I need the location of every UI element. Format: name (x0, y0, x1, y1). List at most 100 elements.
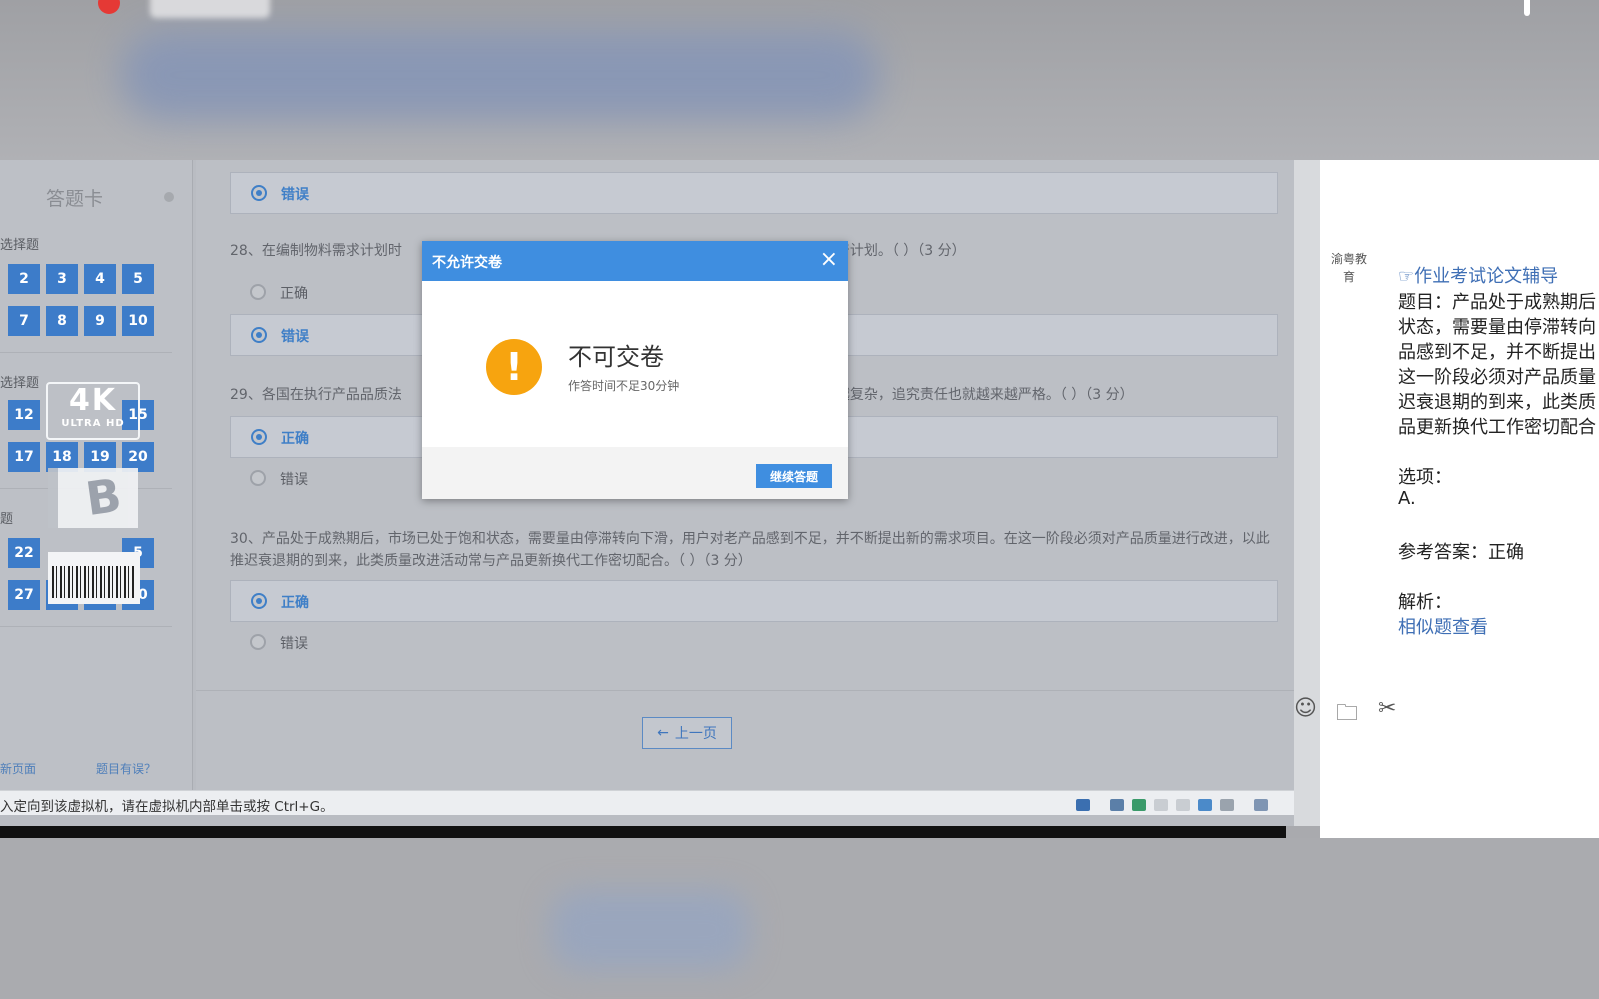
harddisk-icon[interactable] (1110, 799, 1124, 811)
barcode-bars (52, 566, 136, 598)
chat-line: 品更新换代工作密切配合 (1398, 417, 1596, 438)
chat-option-a: A. (1398, 488, 1416, 509)
avatar[interactable]: 渝粤教育 (1326, 250, 1372, 294)
chat-line: 状态，需要量由停滞转向 (1398, 317, 1596, 338)
chat-message-bubble: ☞作业考试论文辅导 题目：产品处于成熟期后 状态，需要量由停滞转向 品感到不足，… (1386, 250, 1599, 648)
barcode-icon (48, 552, 140, 604)
answer-card-title: 答题卡 (46, 188, 104, 210)
dialog-heading: 不可交卷 (568, 343, 664, 371)
refresh-page-link[interactable]: 新页面 (0, 760, 36, 777)
option-label: 正确 (280, 286, 308, 302)
continue-answering-button[interactable]: 继续答题 (756, 464, 832, 488)
question-29-text-head: 29、各国在执行产品品质法 (230, 387, 402, 403)
screen-edge-bar (0, 826, 1286, 838)
corner-mark-top-right (1524, 0, 1530, 16)
option-label: 错误 (281, 329, 309, 345)
warning-icon: ! (486, 339, 542, 395)
chat-analysis-label: 解析： (1398, 592, 1452, 613)
content-divider (196, 690, 1320, 691)
festival-logo-stripe (48, 468, 58, 528)
radio-button[interactable] (250, 634, 266, 650)
radio-button[interactable] (251, 185, 267, 201)
option-label: 正确 (281, 595, 309, 611)
4k-ultrahd-logo: 4K ULTRA HD (46, 382, 140, 440)
logo-4k-text: 4K (68, 383, 118, 418)
chat-line: 品感到不足，并不断提出 (1398, 342, 1596, 363)
section-label-1: 选择题 (0, 238, 40, 253)
question-30-text: 30、产品处于成熟期后，市场已处于饱和状态，需要量由停滞转向下滑，用户对老产品感… (230, 531, 1270, 569)
option-label: 错误 (280, 472, 308, 488)
question-number-button[interactable]: 2 (8, 264, 40, 294)
question-number-button[interactable]: 27 (8, 580, 40, 610)
previous-page-label: 上一页 (674, 726, 717, 742)
festival-logo: B (48, 468, 138, 528)
printer-icon[interactable] (1154, 799, 1168, 811)
dialog-subtext: 作答时间不足30分钟 (568, 379, 680, 393)
vm-window-edge (1294, 160, 1320, 826)
chat-options-label: 选项： (1398, 467, 1452, 488)
sound-icon[interactable] (1176, 799, 1190, 811)
chat-panel: 渝粤教育 ☞作业考试论文辅导 题目：产品处于成熟期后 状态，需要量由停滞转向 品… (1294, 160, 1599, 838)
option-row-selected[interactable]: 正确 (230, 580, 1278, 622)
scissors-icon[interactable]: ✂ (1378, 696, 1396, 721)
bluetooth-icon[interactable] (1220, 799, 1234, 811)
dialog-title: 不允许交卷 (432, 255, 502, 271)
network-icon[interactable] (1076, 799, 1090, 811)
logo-b-letter: B (82, 467, 125, 527)
message-icon[interactable] (1254, 799, 1268, 811)
radio-button[interactable] (251, 593, 267, 609)
blurred-region-bottom (550, 890, 750, 970)
question-28-text-head: 28、在编制物料需求计划时 (230, 243, 402, 259)
blurred-region (120, 30, 880, 120)
question-number-button[interactable]: 7 (8, 306, 40, 336)
section-label-2: 选择题 (0, 376, 40, 391)
blurred-text (150, 0, 270, 18)
previous-page-button[interactable]: ← 上一页 (642, 717, 732, 749)
radio-button[interactable] (251, 327, 267, 343)
chat-line: 迟衰退期的到来，此类质 (1398, 392, 1596, 413)
question-number-button[interactable]: 5 (122, 264, 154, 294)
radio-button[interactable] (251, 429, 267, 445)
question-number-button[interactable]: 9 (84, 306, 116, 336)
submit-not-allowed-dialog: 不允许交卷 × ! 不可交卷 作答时间不足30分钟 继续答题 (422, 241, 848, 499)
bottom-blurred-area (0, 838, 1599, 999)
answer-card-toggle-icon[interactable] (164, 192, 174, 202)
chat-answer: 参考答案：正确 (1398, 542, 1524, 563)
section-divider (0, 626, 172, 627)
chat-line: 题目：产品处于成熟期后 (1398, 292, 1596, 313)
question-number-button[interactable]: 10 (122, 306, 154, 336)
question-number-button[interactable]: 12 (8, 400, 40, 430)
question-number-button[interactable]: 8 (46, 306, 78, 336)
section-label-3: 题 (0, 512, 14, 527)
report-error-link[interactable]: 题目有误？ (96, 760, 156, 777)
usb-icon[interactable] (1132, 799, 1146, 811)
folder-icon[interactable]: 🗀 (1336, 696, 1358, 734)
question-number-button[interactable]: 3 (46, 264, 78, 294)
similar-questions-link[interactable]: 相似题查看 (1398, 613, 1488, 639)
sender-name: 渝粤教育 (1330, 252, 1367, 284)
question-number-button[interactable]: 4 (84, 264, 116, 294)
radio-button[interactable] (250, 284, 266, 300)
option-label: 正确 (281, 431, 309, 447)
display-icon[interactable] (1198, 799, 1212, 811)
arrow-left-icon: ← (657, 725, 669, 741)
close-icon[interactable]: × (820, 247, 838, 273)
chat-header-line: ☞作业考试论文辅导 (1398, 262, 1558, 288)
radio-button[interactable] (250, 470, 266, 486)
option-row[interactable]: 错误 (230, 622, 1278, 664)
logo-4k-subtext: ULTRA HD (61, 418, 125, 429)
option-label: 错误 (281, 187, 309, 203)
chat-line: 这一阶段必须对产品质量 (1398, 367, 1596, 388)
question-number-button[interactable]: 17 (8, 442, 40, 472)
emoji-icon[interactable]: ☺ (1294, 696, 1317, 721)
section-divider (0, 352, 172, 353)
chat-header-text: 作业考试论文辅导 (1414, 266, 1559, 287)
vm-status-bar: 入定向到该虚拟机，请在虚拟机内部单击或按 Ctrl+G。 (0, 790, 1320, 815)
question-number-button[interactable]: 22 (8, 538, 40, 568)
option-row-selected[interactable]: 错误 (230, 172, 1278, 214)
dialog-header: 不允许交卷 × (422, 241, 848, 281)
question-29-text-tail: 来越复杂，追究责任也就越来越严格。（ ）（3 分） (821, 387, 1134, 403)
pointing-hand-icon: ☞ (1398, 266, 1415, 287)
vm-status-text: 入定向到该虚拟机，请在虚拟机内部单击或按 Ctrl+G。 (0, 799, 334, 815)
option-label: 错误 (280, 636, 308, 652)
